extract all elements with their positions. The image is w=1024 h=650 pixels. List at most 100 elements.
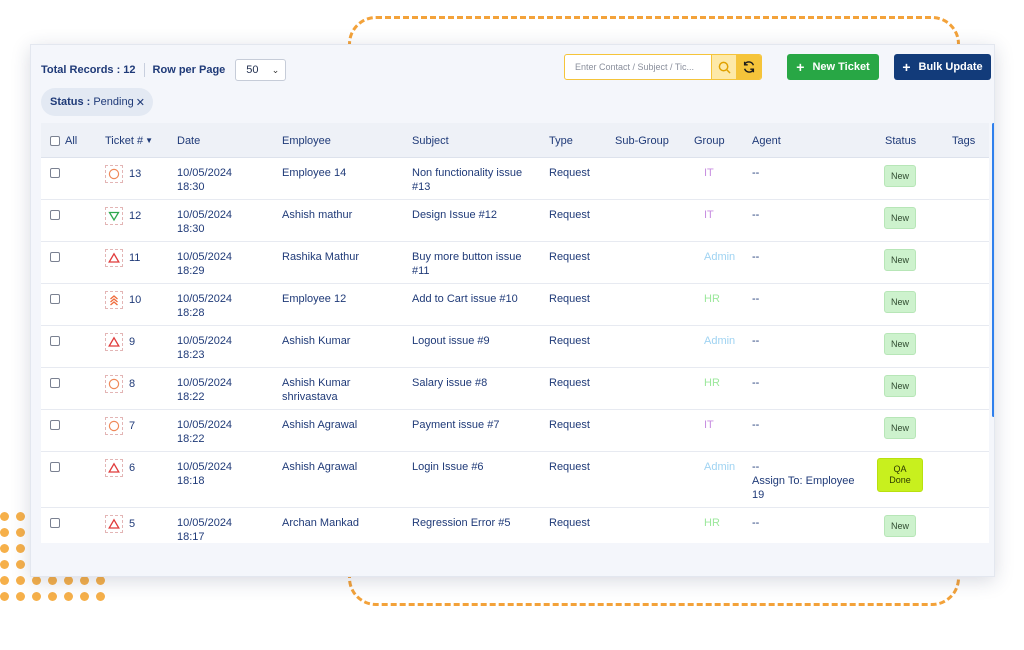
status-text: New bbox=[890, 520, 909, 531]
row-checkbox[interactable] bbox=[50, 378, 60, 388]
status-badge[interactable]: New bbox=[884, 207, 916, 229]
ticket-number[interactable]: 12 bbox=[129, 209, 141, 223]
agent-line: 19 bbox=[752, 489, 765, 501]
status-badge[interactable]: New bbox=[884, 333, 916, 355]
table-row[interactable]: 13 10/05/2024 18:30 Employee 14 Non function… bbox=[41, 158, 989, 200]
ticket-number[interactable]: 6 bbox=[129, 461, 135, 475]
ticket-type: Request bbox=[549, 251, 590, 263]
priority-high-icon bbox=[105, 515, 123, 533]
agent-cell: -- bbox=[752, 292, 872, 306]
column-agent[interactable]: Agent bbox=[752, 123, 781, 158]
ticket-number[interactable]: 11 bbox=[129, 251, 140, 265]
status-badge[interactable]: New bbox=[884, 165, 916, 187]
search-box: Enter Contact / Subject / Tic... bbox=[564, 54, 762, 80]
agent-line: -- bbox=[752, 293, 760, 305]
table-row[interactable]: 5 10/05/2024 18:17 Archan Mankad Regression … bbox=[41, 508, 989, 543]
ticket-number[interactable]: 5 bbox=[129, 517, 135, 531]
ticket-subject[interactable]: Regression Error #5 bbox=[412, 516, 542, 530]
row-checkbox[interactable] bbox=[50, 420, 60, 430]
table-row[interactable]: 11 10/05/2024 18:29 Rashika Mathur Buy more … bbox=[41, 242, 989, 284]
column-tags[interactable]: Tags bbox=[952, 123, 975, 158]
agent-line: -- bbox=[752, 377, 760, 389]
table-row[interactable]: 9 10/05/2024 18:23 Ashish Kumar Logout issue… bbox=[41, 326, 989, 368]
ticket-subject[interactable]: Design Issue #12 bbox=[412, 208, 542, 222]
column-ticket[interactable]: Ticket # ▼ bbox=[105, 123, 153, 158]
time-line: 18:30 bbox=[177, 223, 205, 235]
decorative-dot bbox=[80, 592, 89, 601]
agent-cell: -- bbox=[752, 334, 872, 348]
table-row[interactable]: 10 10/05/2024 18:28 Employee 12 Add to Cart … bbox=[41, 284, 989, 326]
ticket-number[interactable]: 10 bbox=[129, 293, 141, 307]
table-row[interactable]: 7 10/05/2024 18:22 Ashish Agrawal Payment is… bbox=[41, 410, 989, 452]
vertical-scrollbar[interactable] bbox=[992, 123, 994, 417]
date-line: 10/05/2024 bbox=[177, 517, 233, 529]
status-badge[interactable]: New bbox=[884, 417, 916, 439]
search-input[interactable]: Enter Contact / Subject / Tic... bbox=[565, 55, 711, 79]
column-subgroup[interactable]: Sub-Group bbox=[615, 123, 669, 158]
plus-icon: + bbox=[902, 59, 911, 75]
decorative-dot bbox=[16, 576, 25, 585]
status-badge[interactable]: New bbox=[884, 249, 916, 271]
ticket-number[interactable]: 13 bbox=[129, 167, 141, 181]
status-badge[interactable]: New bbox=[884, 375, 916, 397]
status-text: New bbox=[890, 422, 909, 433]
group-label: IT bbox=[704, 167, 714, 179]
status-badge[interactable]: New bbox=[884, 515, 916, 537]
agent-line: -- bbox=[752, 167, 760, 179]
close-icon[interactable]: ✕ bbox=[136, 96, 145, 109]
status-badge[interactable]: QA Done bbox=[877, 458, 923, 492]
plus-icon: + bbox=[796, 59, 805, 75]
subject-line: Design Issue #12 bbox=[412, 209, 497, 221]
priority-high-icon bbox=[105, 459, 123, 477]
ticket-subject[interactable]: Add to Cart issue #10 bbox=[412, 292, 542, 306]
table-row[interactable]: 8 10/05/2024 18:22 Ashish Kumar shrivastava S… bbox=[41, 368, 989, 410]
status-text: New bbox=[890, 212, 909, 223]
column-status[interactable]: Status bbox=[885, 123, 916, 158]
subject-line: #13 bbox=[412, 181, 431, 193]
row-checkbox[interactable] bbox=[50, 168, 60, 178]
status-text: New bbox=[890, 380, 909, 391]
select-all[interactable]: All bbox=[50, 123, 77, 158]
ticket-number[interactable]: 9 bbox=[129, 335, 135, 349]
sort-desc-icon[interactable]: ▼ bbox=[145, 136, 153, 145]
row-checkbox[interactable] bbox=[50, 336, 60, 346]
row-checkbox[interactable] bbox=[50, 462, 60, 472]
ticket-subject[interactable]: Payment issue #7 bbox=[412, 418, 542, 432]
employee-name: Employee 12 bbox=[282, 292, 402, 306]
employee-name: Employee 14 bbox=[282, 166, 402, 180]
row-checkbox[interactable] bbox=[50, 210, 60, 220]
ticket-subject[interactable]: Salary issue #8 bbox=[412, 376, 542, 390]
decorative-dot bbox=[48, 576, 57, 585]
rows-per-page-select[interactable]: 50 ⌄ bbox=[235, 59, 287, 81]
column-subject[interactable]: Subject bbox=[412, 123, 449, 158]
table-row[interactable]: 12 10/05/2024 18:30 Ashish mathur Design Iss… bbox=[41, 200, 989, 242]
employee-name: Ashish Kumar shrivastava bbox=[282, 376, 402, 404]
select-all-checkbox[interactable] bbox=[50, 135, 60, 146]
status-text: QA bbox=[893, 464, 907, 474]
agent-line: Assign To: Employee bbox=[752, 475, 855, 487]
refresh-button[interactable] bbox=[736, 55, 761, 79]
column-date[interactable]: Date bbox=[177, 123, 200, 158]
bulk-update-button[interactable]: + Bulk Update bbox=[894, 54, 991, 80]
column-type[interactable]: Type bbox=[549, 123, 573, 158]
decorative-dot bbox=[64, 592, 73, 601]
ticket-type: Request bbox=[549, 377, 590, 389]
priority-circle-icon bbox=[105, 375, 123, 393]
row-checkbox[interactable] bbox=[50, 518, 60, 528]
employee-name: Ashish Agrawal bbox=[282, 418, 402, 432]
row-checkbox[interactable] bbox=[50, 294, 60, 304]
search-button[interactable] bbox=[711, 55, 736, 79]
column-employee[interactable]: Employee bbox=[282, 123, 331, 158]
new-ticket-button[interactable]: + New Ticket bbox=[787, 54, 879, 80]
column-group[interactable]: Group bbox=[694, 123, 725, 158]
row-checkbox[interactable] bbox=[50, 252, 60, 262]
ticket-subject[interactable]: Login Issue #6 bbox=[412, 460, 542, 474]
ticket-subject[interactable]: Non functionality issue #13 bbox=[412, 166, 542, 194]
group-label: HR bbox=[704, 377, 720, 389]
ticket-number[interactable]: 7 bbox=[129, 419, 135, 433]
table-row[interactable]: 6 10/05/2024 18:18 Ashish Agrawal Login Issu… bbox=[41, 452, 989, 508]
ticket-number[interactable]: 8 bbox=[129, 377, 135, 391]
status-badge[interactable]: New bbox=[884, 291, 916, 313]
ticket-subject[interactable]: Logout issue #9 bbox=[412, 334, 542, 348]
ticket-subject[interactable]: Buy more button issue #11 bbox=[412, 250, 542, 278]
